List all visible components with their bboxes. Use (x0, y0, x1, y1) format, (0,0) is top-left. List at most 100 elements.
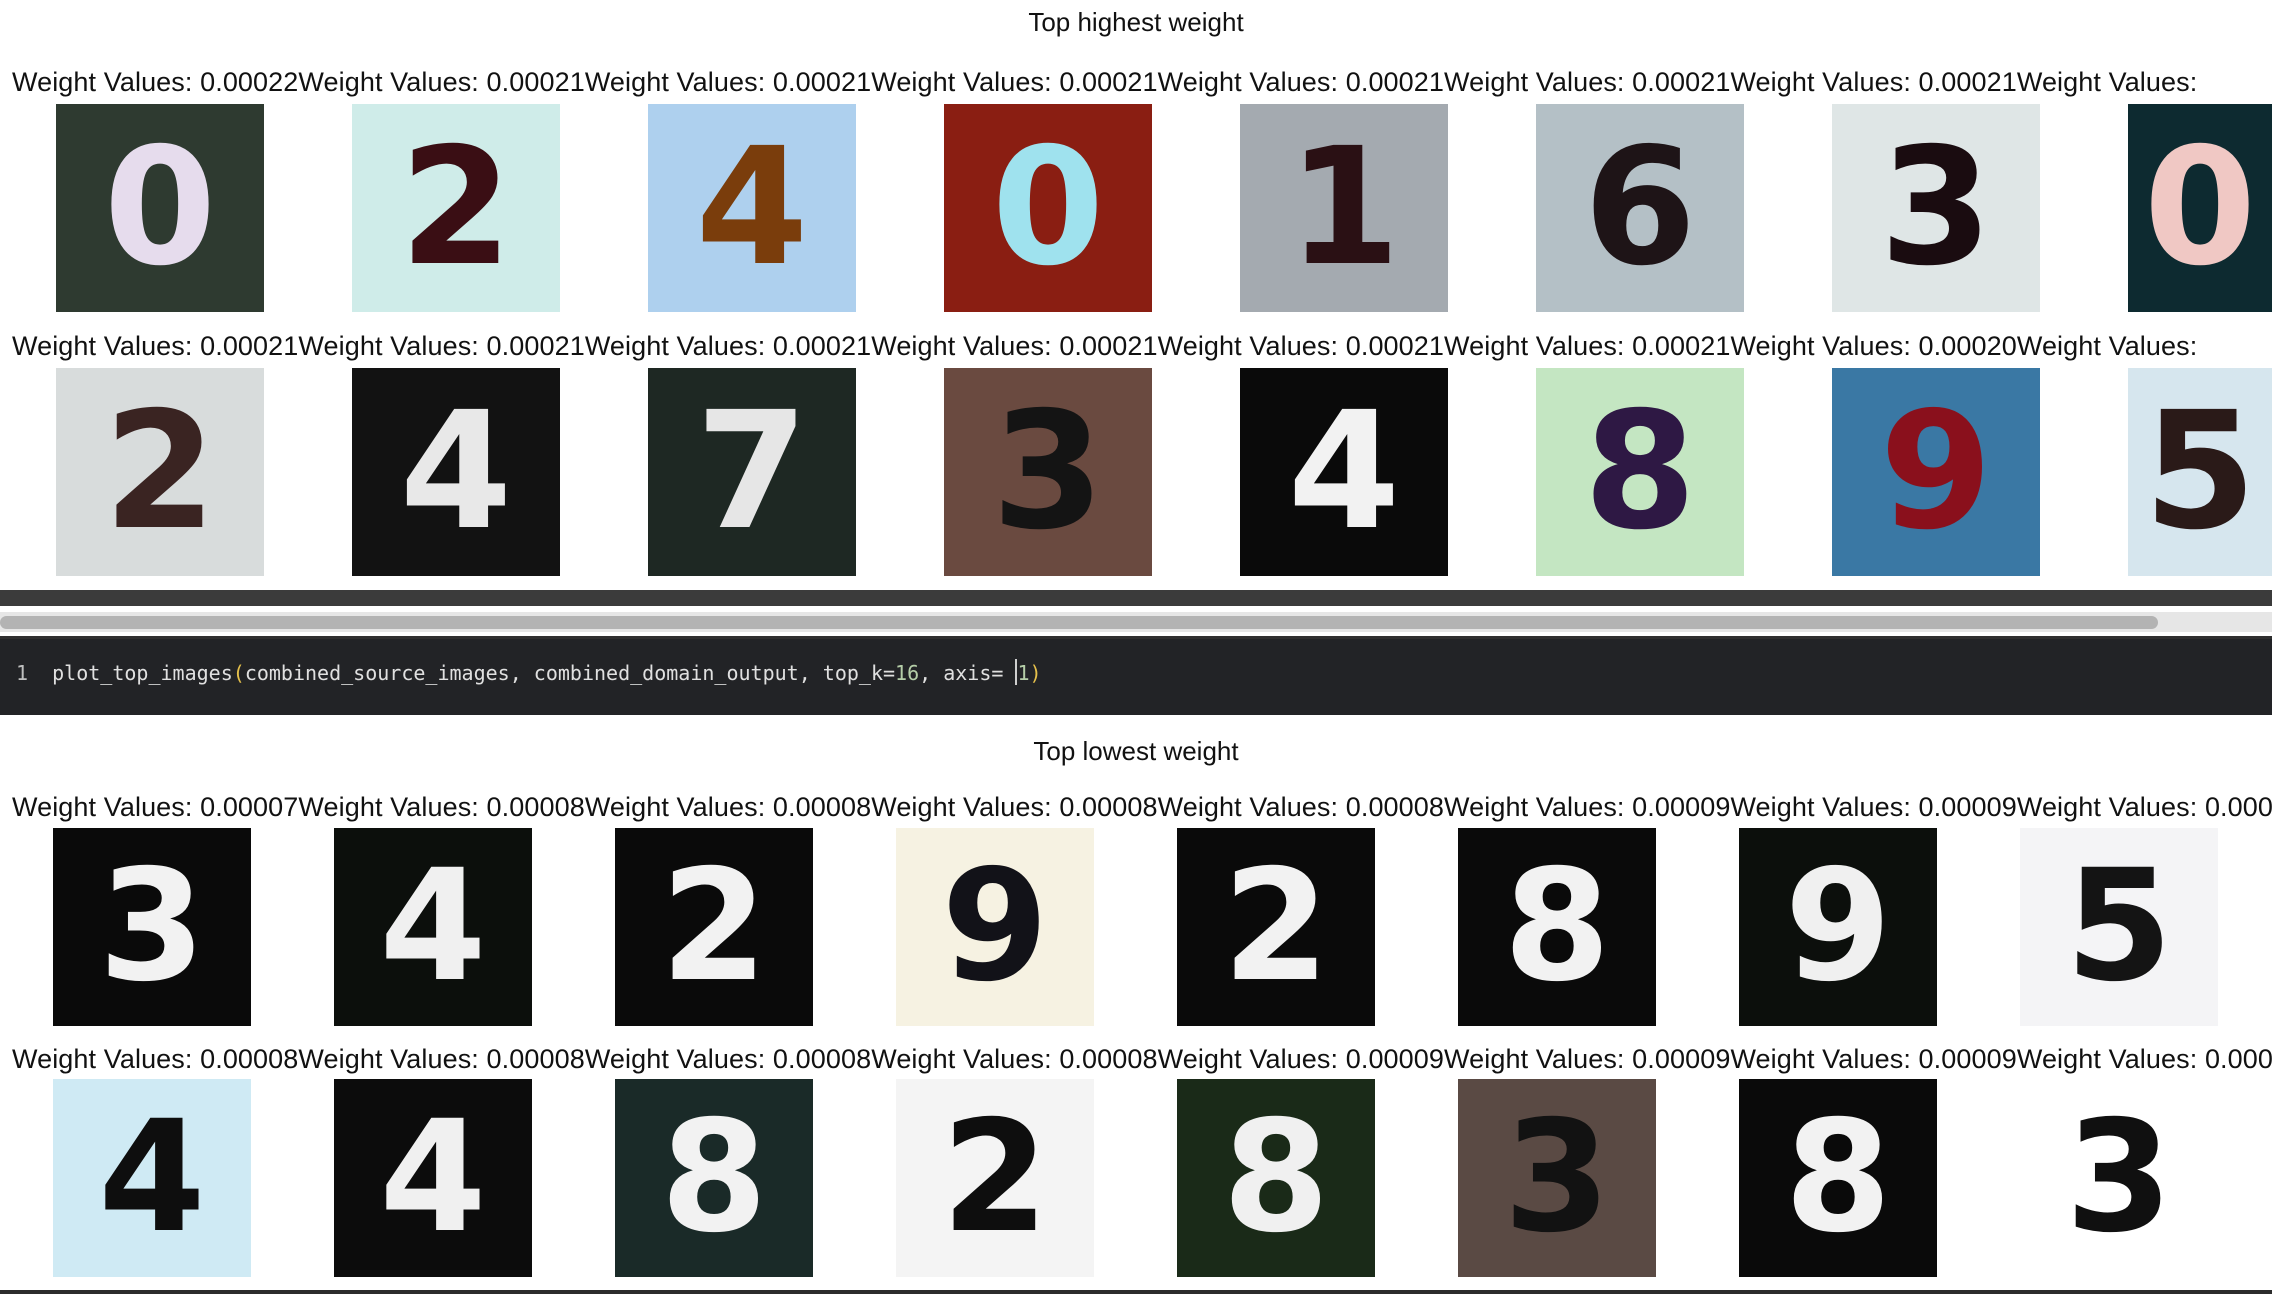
digit-image: 3 (2020, 1079, 2218, 1277)
weight-value-label: Weight Values: 0.00008 (584, 1044, 872, 1074)
digit-image: 0 (944, 104, 1152, 312)
digit-glyph: 4 (1287, 378, 1401, 566)
weight-value-label: Weight Values: 0.00009 (1444, 792, 1731, 822)
weight-value-label: Weight Values: 0.00009 (1157, 1044, 1445, 1074)
digit-image: 5 (2020, 828, 2218, 1026)
weight-value-label: Weight Values: 0.00020 (1730, 331, 2017, 361)
digit-glyph: 8 (1784, 1088, 1892, 1267)
weight-value-label: Weight Values: 0.00009 (2016, 792, 2272, 822)
digit-glyph: 3 (2065, 1088, 2173, 1267)
digit-glyph: 0 (991, 114, 1105, 302)
digit-glyph: 5 (2143, 378, 2257, 566)
code-cell[interactable]: 1 plot_top_images(combined_source_images… (0, 636, 2272, 715)
weight-label-row: Weight Values: 0.00008Weight Values: 0.0… (12, 1044, 2272, 1075)
weight-value-label: Weight Values: 0.00009 (1444, 1044, 1731, 1074)
axis-arg: , axis= (919, 661, 1016, 685)
axis-value: 1 (1017, 661, 1030, 685)
weight-value-label: Weight Values: 0.00008 (298, 792, 585, 822)
weight-value-label: Weight Values: 0.00021 (584, 331, 872, 361)
digit-glyph: 9 (1879, 378, 1993, 566)
weight-value-label: Weight Values: 0.00021 (298, 67, 585, 97)
digit-glyph: 5 (2065, 837, 2173, 1016)
weight-value-label: Weight Values: 0.00021 (1444, 67, 1731, 97)
digit-image: 7 (648, 368, 856, 576)
weight-value-label: Weight Values: 0.00021 (12, 331, 299, 361)
weight-value-label: Weight Values: 0.00008 (871, 792, 1158, 822)
digit-glyph: 0 (2143, 114, 2257, 302)
digit-glyph: 3 (1503, 1088, 1611, 1267)
weight-value-label: Weight Values: 0.00021 (1730, 67, 2017, 97)
digit-image: 8 (615, 1079, 813, 1277)
digit-image: 3 (1832, 104, 2040, 312)
digit-image: 9 (1832, 368, 2040, 576)
function-name: plot_top_images (52, 661, 233, 685)
code-args: combined_source_images, combined_domain_… (244, 661, 896, 685)
digit-glyph: 2 (1222, 837, 1330, 1016)
line-number: 1 (16, 661, 29, 685)
digit-glyph: 7 (695, 378, 809, 566)
digit-glyph: 3 (1879, 114, 1993, 302)
digit-image: 6 (1536, 104, 1744, 312)
digit-image: 4 (334, 1079, 532, 1277)
digit-image: 4 (334, 828, 532, 1026)
open-paren: ( (232, 661, 245, 685)
weight-value-label: Weight Values: 0.00009 (2016, 1044, 2272, 1074)
digit-glyph: 8 (1583, 378, 1697, 566)
digit-image: 1 (1240, 104, 1448, 312)
weight-value-label: Weight Values: 0.00021 (1444, 331, 1731, 361)
weight-value-label: Weight Values: 0.00009 (1730, 792, 2017, 822)
digit-image: 4 (648, 104, 856, 312)
digit-glyph: 3 (98, 837, 206, 1016)
digit-image: 0 (2128, 104, 2272, 312)
weight-label-row: Weight Values: 0.00022Weight Values: 0.0… (12, 67, 2272, 98)
digit-glyph: 4 (98, 1088, 206, 1267)
weight-value-label: Weight Values: 0.00021 (871, 67, 1158, 97)
code-line[interactable]: 1 plot_top_images(combined_source_images… (16, 659, 1042, 685)
weight-value-label: Weight Values: (2016, 67, 2198, 97)
weight-value-label: Weight Values: 0.00008 (1157, 792, 1445, 822)
digit-glyph: 4 (695, 114, 809, 302)
cell-divider (0, 590, 2272, 606)
digit-image: 3 (53, 828, 251, 1026)
digit-glyph: 4 (379, 837, 487, 1016)
digit-image: 9 (896, 828, 1094, 1026)
weight-value-label: Weight Values: 0.00021 (1157, 331, 1445, 361)
weight-value-label: Weight Values: 0.00021 (871, 331, 1158, 361)
digit-glyph: 2 (660, 837, 768, 1016)
digit-image: 2 (896, 1079, 1094, 1277)
digit-image: 3 (1458, 1079, 1656, 1277)
digit-image: 5 (2128, 368, 2272, 576)
digit-glyph: 3 (991, 378, 1105, 566)
weight-value-label: Weight Values: 0.00022 (12, 67, 299, 97)
digit-image: 4 (1240, 368, 1448, 576)
close-paren: ) (1029, 661, 1042, 685)
weight-value-label: Weight Values: 0.00021 (1157, 67, 1445, 97)
notebook-output: Top highest weight Weight Values: 0.0002… (0, 0, 2272, 1294)
weight-value-label: Weight Values: 0.00009 (1730, 1044, 2017, 1074)
digit-image: 3 (944, 368, 1152, 576)
digit-image: 2 (56, 368, 264, 576)
weight-value-label: Weight Values: 0.00008 (298, 1044, 585, 1074)
weight-value-label: Weight Values: 0.00008 (871, 1044, 1158, 1074)
figure-title-lowest: Top lowest weight (1033, 736, 1239, 766)
weight-value-label: Weight Values: 0.00021 (584, 67, 872, 97)
weight-value-label: Weight Values: 0.00007 (12, 792, 299, 822)
digit-image: 0 (56, 104, 264, 312)
weight-label-row: Weight Values: 0.00007Weight Values: 0.0… (12, 792, 2272, 823)
digit-image: 8 (1177, 1079, 1375, 1277)
digit-glyph: 9 (941, 837, 1049, 1016)
digit-image: 4 (53, 1079, 251, 1277)
digit-image: 9 (1739, 828, 1937, 1026)
digit-image: 2 (1177, 828, 1375, 1026)
digit-glyph: 4 (379, 1088, 487, 1267)
weight-label-row: Weight Values: 0.00021Weight Values: 0.0… (12, 331, 2272, 362)
weight-value-label: Weight Values: 0.00008 (12, 1044, 299, 1074)
scrollbar-thumb[interactable] (0, 616, 2158, 629)
weight-value-label: Weight Values: 0.00008 (584, 792, 872, 822)
output-bottom-border (0, 1290, 2272, 1294)
digit-image: 8 (1458, 828, 1656, 1026)
weight-value-label: Weight Values: 0.00021 (298, 331, 585, 361)
digit-glyph: 8 (1222, 1088, 1330, 1267)
digit-image: 2 (352, 104, 560, 312)
digit-glyph: 0 (103, 114, 217, 302)
